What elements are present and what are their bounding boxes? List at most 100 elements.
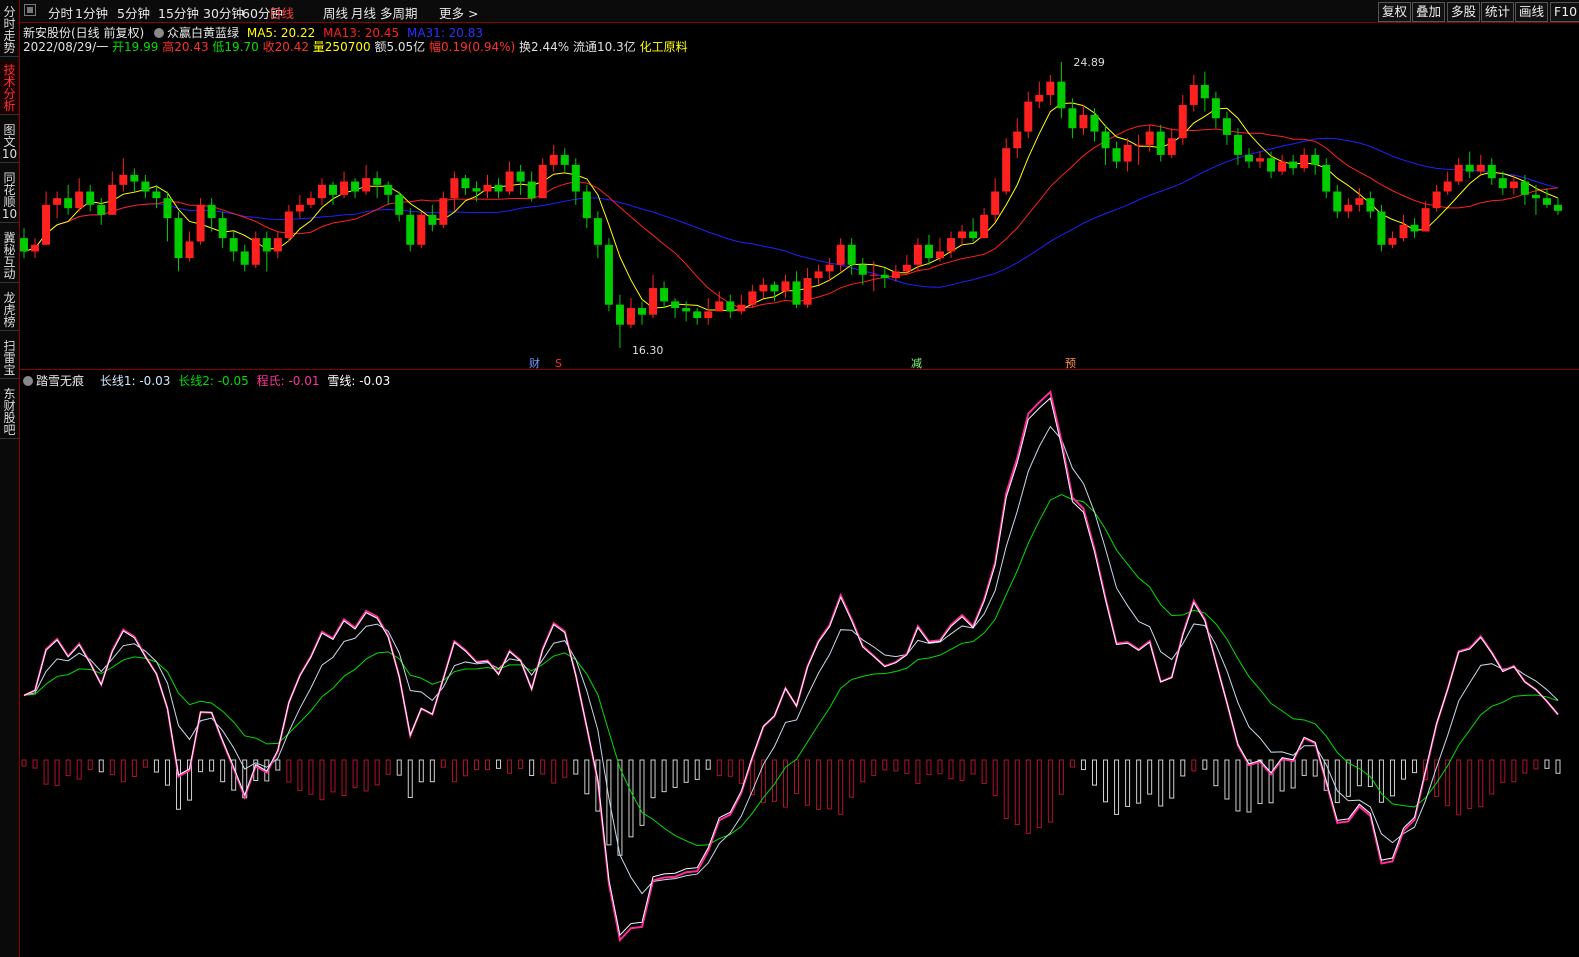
histogram-bar bbox=[915, 759, 921, 784]
histogram-bar bbox=[1191, 759, 1197, 772]
histogram-bar bbox=[352, 759, 358, 789]
histogram-bar bbox=[396, 759, 402, 776]
histogram-bar bbox=[363, 759, 369, 792]
histogram-bar bbox=[1235, 759, 1241, 812]
histogram-bar bbox=[1025, 759, 1031, 834]
histogram-bar bbox=[1069, 759, 1075, 768]
histogram-bar bbox=[1511, 759, 1517, 783]
histogram-bar bbox=[1224, 759, 1230, 800]
histogram-bar bbox=[1091, 759, 1097, 786]
histogram-bar bbox=[937, 759, 943, 775]
histogram-bar bbox=[926, 759, 932, 776]
histogram-bar bbox=[98, 759, 104, 773]
histogram-bar bbox=[1290, 759, 1296, 789]
histogram-bar bbox=[1389, 759, 1395, 797]
histogram-bar bbox=[1136, 759, 1142, 804]
histogram-bar bbox=[771, 759, 777, 802]
histogram-bar bbox=[131, 759, 137, 778]
histogram-bar bbox=[1103, 759, 1109, 803]
histogram-bar bbox=[551, 759, 557, 784]
histogram-bar bbox=[1555, 759, 1561, 774]
histogram-bar bbox=[959, 759, 965, 782]
histogram-bar bbox=[496, 759, 502, 769]
histogram-bar bbox=[617, 759, 623, 856]
histogram-bar bbox=[1345, 759, 1351, 797]
histogram-bar bbox=[164, 759, 170, 786]
histogram-bar bbox=[529, 759, 535, 776]
histogram-bar bbox=[142, 759, 148, 768]
histogram-bar bbox=[153, 759, 159, 773]
histogram-bar bbox=[838, 759, 844, 815]
histogram-bar bbox=[1114, 759, 1120, 815]
histogram-bar bbox=[87, 759, 93, 770]
histogram-bar bbox=[1334, 759, 1340, 804]
histogram-bar bbox=[109, 759, 115, 776]
histogram-bar bbox=[451, 759, 457, 783]
histogram-bar bbox=[794, 759, 800, 795]
histogram-bar bbox=[992, 759, 998, 797]
histogram-bar bbox=[1367, 759, 1373, 787]
histogram-bar bbox=[562, 759, 568, 778]
histogram-bar bbox=[374, 759, 380, 786]
long1-line bbox=[23, 425, 1559, 895]
histogram-bar bbox=[1522, 759, 1528, 774]
histogram-bar bbox=[220, 759, 226, 783]
histogram-bar bbox=[209, 759, 215, 772]
histogram-bar bbox=[1312, 759, 1318, 777]
histogram-bar bbox=[1125, 759, 1131, 807]
histogram-bar bbox=[683, 759, 689, 783]
histogram-bar bbox=[507, 759, 513, 774]
histogram-bar bbox=[54, 759, 60, 786]
histogram-bar bbox=[1456, 759, 1462, 816]
histogram-bar bbox=[1356, 759, 1362, 787]
histogram-bar bbox=[1180, 759, 1186, 777]
histogram-bar bbox=[1544, 759, 1550, 769]
histogram-bar bbox=[32, 759, 38, 769]
histogram-bar bbox=[1301, 759, 1307, 776]
histogram-bar bbox=[661, 759, 667, 793]
histogram-bar bbox=[727, 759, 733, 777]
histogram-bar bbox=[418, 759, 424, 783]
histogram-bar bbox=[1412, 759, 1418, 774]
histogram-bar bbox=[1445, 759, 1451, 807]
histogram-bar bbox=[297, 759, 303, 791]
histogram-bar bbox=[1014, 759, 1020, 826]
histogram-bar bbox=[1058, 759, 1064, 795]
histogram-bar bbox=[882, 759, 888, 771]
indicator-chart[interactable] bbox=[0, 0, 1579, 957]
histogram-bar bbox=[1047, 759, 1053, 823]
histogram-bar bbox=[319, 759, 325, 801]
histogram-bar bbox=[198, 759, 204, 773]
long2-line bbox=[23, 494, 1559, 846]
histogram-bar bbox=[1202, 759, 1208, 770]
histogram-bar bbox=[970, 759, 976, 775]
histogram-bar bbox=[1434, 759, 1440, 797]
snow-line bbox=[23, 397, 1559, 937]
histogram-bar bbox=[462, 759, 468, 777]
histogram-bar bbox=[1158, 759, 1164, 807]
histogram-bar bbox=[1036, 759, 1042, 829]
histogram-bar bbox=[738, 759, 744, 784]
histogram-bar bbox=[407, 759, 413, 798]
histogram-bar bbox=[21, 759, 27, 767]
histogram-bar bbox=[1533, 759, 1539, 770]
histogram-bar bbox=[827, 759, 833, 810]
histogram-bar bbox=[650, 759, 656, 799]
histogram-bar bbox=[1257, 759, 1263, 805]
histogram-bar bbox=[43, 759, 49, 785]
histogram-bar bbox=[1268, 759, 1274, 804]
histogram-bar bbox=[1378, 759, 1384, 803]
histogram-bar bbox=[816, 759, 822, 810]
histogram-bar bbox=[716, 759, 722, 777]
histogram-bar bbox=[286, 759, 292, 783]
histogram-bar bbox=[385, 759, 391, 775]
histogram-bar bbox=[440, 759, 446, 768]
histogram-bar bbox=[485, 759, 491, 771]
histogram-bar bbox=[1213, 759, 1219, 787]
histogram-bar bbox=[893, 759, 899, 772]
histogram-bar bbox=[1169, 759, 1175, 799]
histogram-bar bbox=[1467, 759, 1473, 810]
histogram-bar bbox=[1500, 759, 1506, 783]
histogram-bar bbox=[473, 759, 479, 771]
histogram-bar bbox=[705, 759, 711, 770]
